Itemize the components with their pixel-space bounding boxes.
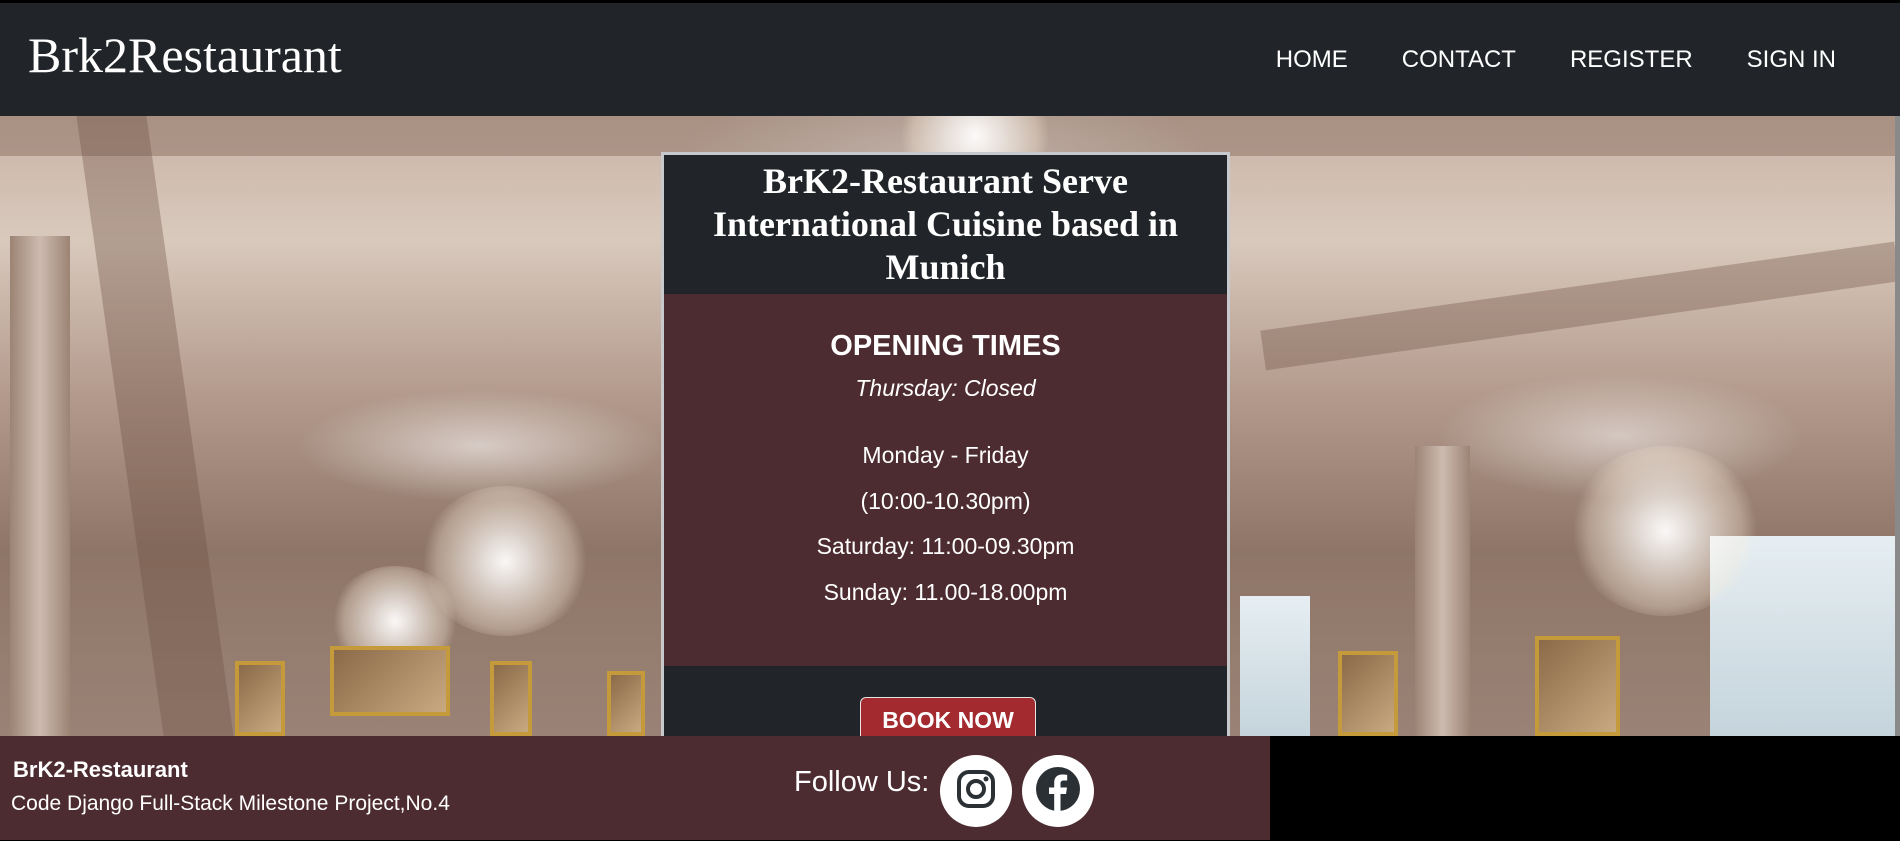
info-card: BrK2-Restaurant Serve International Cuis… <box>661 152 1230 736</box>
opening-times: OPENING TIMES Thursday: Closed Monday - … <box>664 294 1227 666</box>
nav-link-register[interactable]: REGISTER <box>1570 45 1693 75</box>
closed-day-note: Thursday: Closed <box>855 375 1036 401</box>
book-now-button[interactable]: BOOK NOW <box>860 697 1036 736</box>
footer-subtitle: Code Django Full-Stack Milestone Project… <box>11 792 450 815</box>
instagram-link[interactable] <box>940 755 1012 827</box>
hours-line: Monday - Friday <box>862 442 1029 468</box>
nav-link-home[interactable]: HOME <box>1276 45 1348 75</box>
facebook-icon <box>1034 765 1082 818</box>
navbar: Brk2Restaurant HOME CONTACT REGISTER SIG… <box>0 3 1900 116</box>
hours-line: (10:00-10.30pm) <box>860 487 1031 514</box>
scrollbar[interactable] <box>1895 116 1900 736</box>
brand-logo[interactable]: Brk2Restaurant <box>28 25 342 85</box>
footer: BrK2-Restaurant Code Django Full-Stack M… <box>0 736 1270 840</box>
nav-link-contact[interactable]: CONTACT <box>1402 45 1516 75</box>
hours-line: Sunday: 11.00-18.00pm <box>823 578 1068 605</box>
card-title: BrK2-Restaurant Serve International Cuis… <box>712 161 1179 287</box>
follow-us-label: Follow Us: <box>794 766 930 798</box>
card-footer: BOOK NOW <box>664 666 1227 736</box>
card-header: BrK2-Restaurant Serve International Cuis… <box>664 155 1227 294</box>
nav-links: HOME CONTACT REGISTER SIGN IN <box>1276 45 1836 75</box>
instagram-icon <box>954 767 998 816</box>
hours-list: Monday - Friday (10:00-10.30pm) Saturday… <box>664 433 1227 615</box>
opening-times-title: OPENING TIMES <box>830 330 1061 362</box>
hours-line: Saturday: 11:00-09.30pm <box>816 533 1075 559</box>
facebook-link[interactable] <box>1022 755 1094 827</box>
footer-brand-name: BrK2-Restaurant <box>13 757 188 782</box>
footer-empty-area <box>1270 736 1900 841</box>
nav-link-sign-in[interactable]: SIGN IN <box>1747 45 1836 75</box>
